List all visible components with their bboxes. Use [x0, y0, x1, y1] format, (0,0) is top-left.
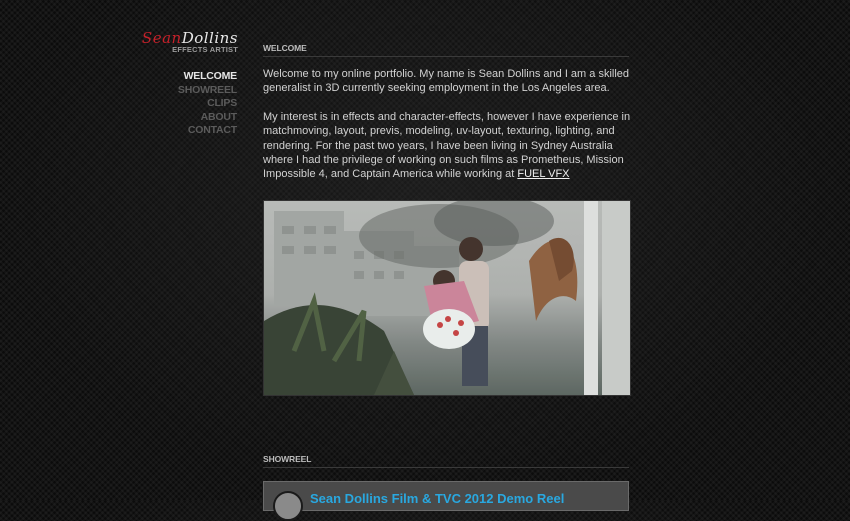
experience-paragraph: My interest is in effects and character-…	[263, 110, 631, 182]
intro-paragraph: Welcome to my online portfolio. My name …	[263, 68, 630, 95]
nav-item-welcome[interactable]: WELCOME	[150, 70, 238, 84]
nav-item-clips[interactable]: CLIPS	[150, 97, 237, 111]
nav-item-showreel[interactable]: SHOWREEL	[150, 84, 237, 98]
showreel-heading: SHOWREEL	[263, 454, 629, 468]
showreel-video-player[interactable]: Sean Dollins Film & TVC 2012 Demo Reel	[263, 481, 629, 521]
fuel-vfx-link[interactable]: FUEL VFX	[517, 168, 569, 180]
nav-item-contact[interactable]: CONTACT	[150, 124, 237, 138]
welcome-heading: WELCOME	[263, 43, 629, 57]
logo-name: SeanDollins	[140, 30, 238, 46]
channel-avatar	[273, 491, 303, 521]
site-logo[interactable]: SeanDollins EFFECTS ARTIST	[140, 30, 238, 54]
experience-text: My interest is in effects and character-…	[263, 110, 631, 181]
logo-subtitle: EFFECTS ARTIST	[172, 45, 238, 54]
film-still-image	[263, 200, 631, 396]
main-nav: WELCOME SHOWREEL CLIPS ABOUT CONTACT	[150, 70, 237, 138]
video-title-link[interactable]: Sean Dollins Film & TVC 2012 Demo Reel	[310, 491, 564, 506]
welcome-content: Welcome to my online portfolio. My name …	[263, 67, 631, 196]
nav-item-about[interactable]: ABOUT	[150, 111, 238, 125]
